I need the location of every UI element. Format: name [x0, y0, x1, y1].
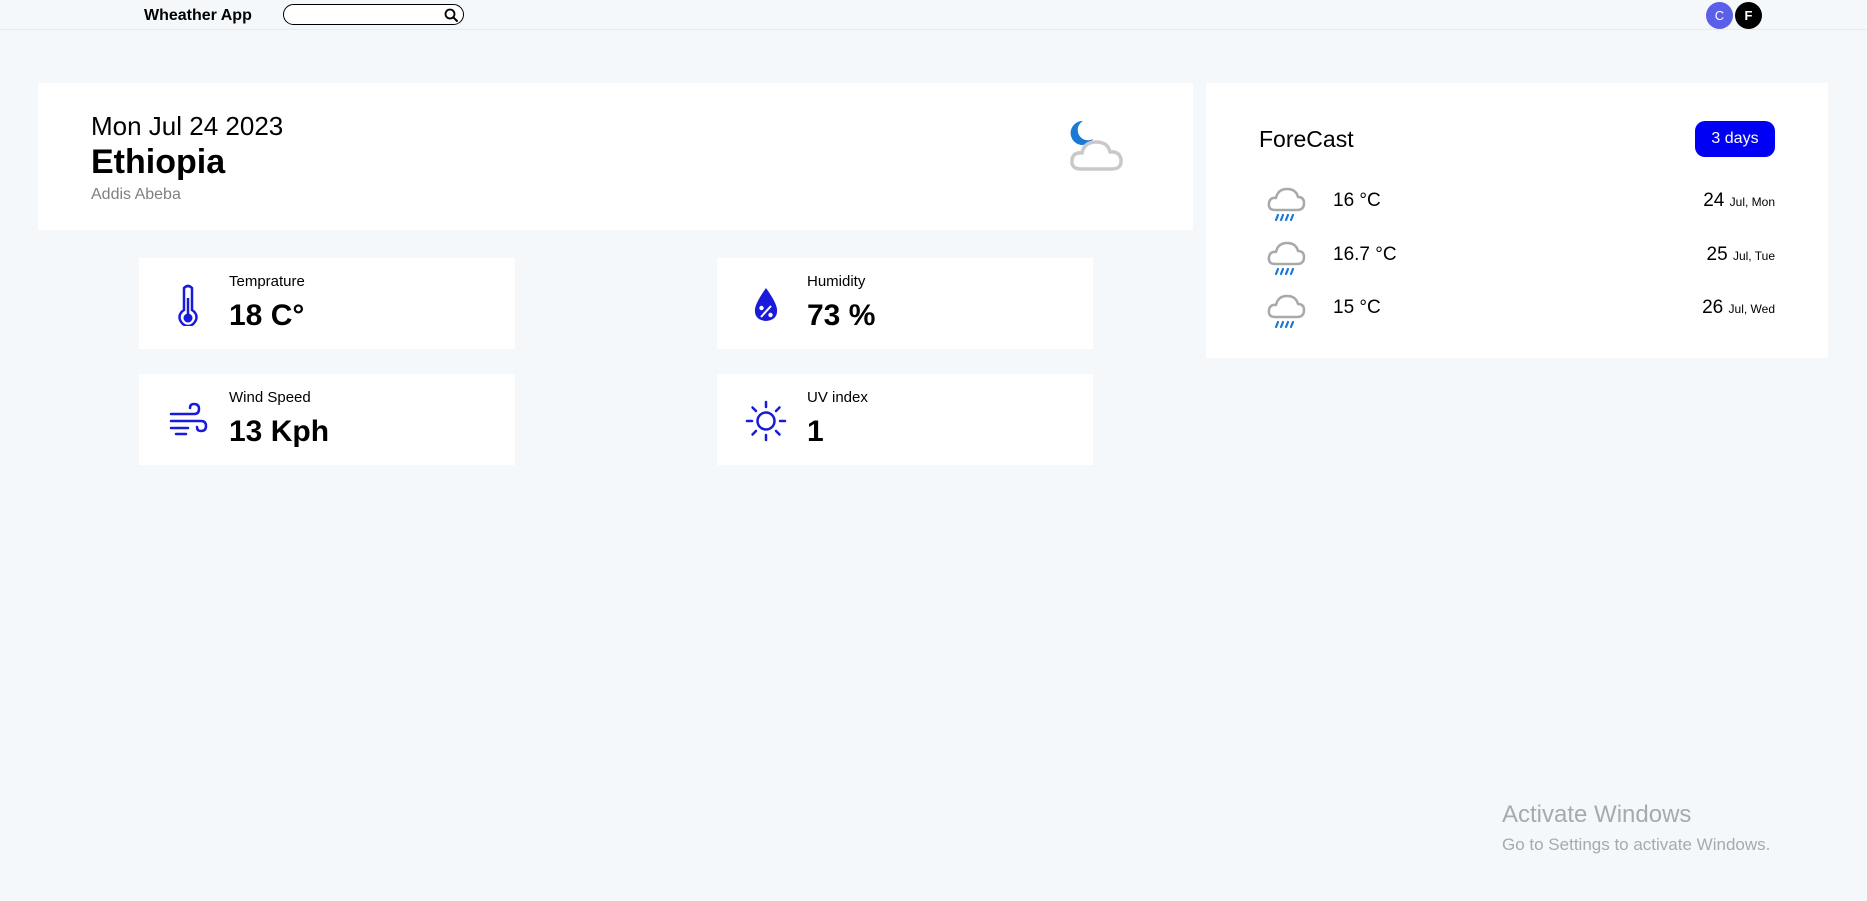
forecast-temp: 16.7 °C: [1333, 244, 1397, 265]
activate-windows-watermark: Activate Windows Go to Settings to activ…: [1502, 801, 1770, 855]
forecast-row: 15 °C 26 Jul, Wed: [1266, 289, 1775, 333]
forecast-date: 26 Jul, Wed: [1702, 297, 1775, 319]
app-title: Wheather App: [144, 7, 252, 24]
forecast-title: ForeCast: [1259, 126, 1354, 152]
rain-cloud-icon: [1267, 294, 1306, 329]
forecast-day: 26: [1702, 297, 1724, 318]
forecast-day: 24: [1703, 190, 1725, 211]
thermometer-icon: [178, 284, 198, 326]
search-input[interactable]: [292, 7, 432, 22]
stat-value: 13 Kph: [229, 415, 330, 448]
current-weather-card: Mon Jul 24 2023 Ethiopia Addis Abeba: [38, 83, 1193, 230]
stat-value: 18 C°: [229, 299, 305, 332]
rain-cloud-icon: [1267, 241, 1306, 276]
stat-card-temperature: Temprature 18 C°: [139, 258, 515, 349]
top-bar: Wheather App C F: [0, 0, 1867, 30]
wind-icon: [169, 402, 208, 436]
forecast-row: 16 °C 24 Jul, Mon: [1266, 182, 1775, 226]
country-name: Ethiopia: [91, 143, 226, 181]
rain-cloud-icon: [1267, 187, 1306, 222]
watermark-subtitle: Go to Settings to activate Windows.: [1502, 835, 1771, 854]
stat-card-uv: UV index 1: [717, 374, 1093, 465]
humidity-drop-icon: [754, 288, 778, 321]
forecast-date: 25 Jul, Tue: [1707, 244, 1775, 266]
stat-card-humidity: Humidity 73 %: [717, 258, 1093, 349]
forecast-day: 25: [1706, 244, 1728, 265]
forecast-card: ForeCast 3 days 16 °C 24 Jul, Mon 16.7 °…: [1206, 83, 1828, 358]
stat-label: Wind Speed: [229, 389, 311, 406]
current-date: Mon Jul 24 2023: [91, 111, 284, 141]
stat-value: 73 %: [807, 299, 876, 332]
forecast-month-weekday: Jul, Mon: [1729, 195, 1775, 209]
night-cloudy-icon: [1070, 120, 1123, 171]
sun-icon: [745, 400, 787, 442]
stat-card-wind: Wind Speed 13 Kph: [139, 374, 515, 465]
watermark-title: Activate Windows: [1502, 801, 1692, 828]
forecast-month-weekday: Jul, Wed: [1728, 302, 1775, 316]
forecast-temp: 16 °C: [1333, 190, 1381, 211]
city-name: Addis Abeba: [91, 186, 181, 203]
search-box[interactable]: [283, 4, 464, 25]
avatar[interactable]: C: [1706, 2, 1733, 29]
stat-label: Temprature: [229, 273, 305, 290]
stat-value: 1: [807, 415, 824, 448]
stat-label: UV index: [807, 389, 868, 406]
search-icon[interactable]: [443, 7, 459, 23]
forecast-month-weekday: Jul, Tue: [1732, 249, 1775, 263]
forecast-date: 24 Jul, Mon: [1703, 190, 1775, 212]
forecast-days-button[interactable]: 3 days: [1695, 121, 1775, 157]
stat-label: Humidity: [807, 273, 866, 290]
forecast-row: 16.7 °C 25 Jul, Tue: [1266, 236, 1775, 280]
forecast-temp: 15 °C: [1333, 297, 1381, 318]
avatar[interactable]: F: [1735, 2, 1762, 29]
